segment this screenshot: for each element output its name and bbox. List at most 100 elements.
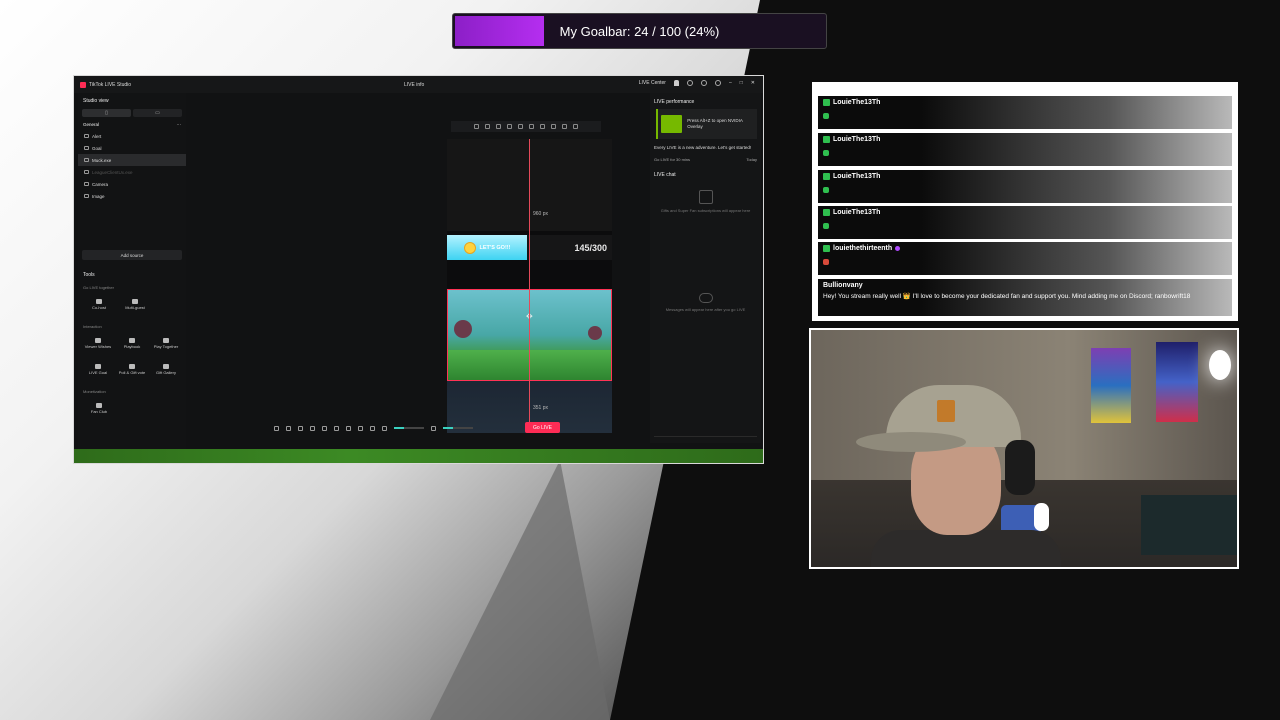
live-performance-heading: LIVE performance	[654, 99, 695, 105]
tools-row: Co-host Multi-guest	[82, 294, 182, 316]
goalbar-label: My Goalbar:	[559, 23, 631, 39]
up-icon[interactable]	[551, 124, 556, 129]
more-icon[interactable]: ⋯	[177, 122, 182, 128]
viewer-wishes-tool[interactable]: Viewer Wishes	[82, 333, 114, 355]
maximize-icon[interactable]: □	[740, 80, 743, 86]
window-icon	[84, 158, 89, 162]
move-icon[interactable]	[496, 124, 501, 129]
add-source-button[interactable]: Add source	[82, 250, 182, 260]
filter-icon[interactable]	[286, 425, 291, 431]
sticker-icon[interactable]	[298, 425, 303, 431]
go-live-button[interactable]: Go LIVE	[525, 422, 560, 433]
screen-icon[interactable]	[310, 425, 315, 431]
chat-message: LouieThe13Th	[818, 96, 1232, 129]
emote-icon	[823, 259, 829, 265]
tools-heading: Tools	[83, 272, 95, 278]
microphone-icon[interactable]	[431, 425, 436, 431]
chat-username: LouieThe13Th	[833, 136, 881, 143]
portrait-view-button[interactable]: ▯	[82, 109, 131, 117]
bell-icon[interactable]	[673, 80, 679, 86]
source-muck[interactable]: Muck.exe	[78, 154, 186, 166]
help-icon[interactable]	[686, 80, 693, 86]
delete-icon[interactable]	[573, 124, 578, 129]
badge-icon	[823, 209, 830, 216]
reset-icon[interactable]	[562, 124, 567, 129]
tool-label: Gift Gallery	[155, 370, 176, 376]
tiktok-logo-icon	[80, 81, 86, 88]
window-icon	[84, 170, 89, 174]
source-alert[interactable]: Alert	[78, 130, 186, 142]
cap-brim	[856, 432, 966, 452]
speaker-icon[interactable]	[382, 425, 387, 431]
coin-icon	[463, 241, 476, 254]
minimize-icon[interactable]: –	[729, 80, 732, 86]
source-goal[interactable]: Goal	[78, 142, 186, 154]
settings-icon[interactable]	[700, 80, 707, 86]
copy-icon[interactable]	[518, 124, 523, 129]
speaker-volume-slider[interactable]	[394, 427, 424, 429]
chat-input[interactable]	[654, 429, 757, 437]
viewer-wishes-icon	[95, 338, 101, 344]
source-camera[interactable]: Camera	[78, 178, 186, 190]
fit-icon[interactable]	[474, 124, 479, 129]
studio-view-dropdown[interactable]: Studio view	[83, 98, 186, 104]
landscape-view-button[interactable]: ▭	[133, 109, 182, 117]
camera-icon	[84, 182, 89, 186]
webcam-feed	[809, 328, 1239, 569]
co-host-tool[interactable]: Co-host	[82, 294, 116, 316]
close-icon[interactable]: ✕	[751, 80, 755, 86]
cap-logo	[937, 400, 955, 422]
live-center-button[interactable]: LIVE Center	[639, 80, 666, 86]
goalbar: My Goalbar: 24 / 100 (24%)	[452, 13, 827, 49]
down-icon[interactable]	[540, 124, 545, 129]
figurine	[1034, 503, 1049, 531]
effects-icon[interactable]	[274, 425, 279, 431]
tool-label: Viewer Wishes	[84, 344, 112, 350]
studio-titlebar: TikTok LIVE Studio LIVE info LIVE Center…	[74, 76, 763, 93]
poll-gift-vote-tool[interactable]: Poll & Gift vote	[116, 359, 148, 381]
mic-volume-slider[interactable]	[443, 427, 473, 429]
today-label: Today	[746, 156, 757, 162]
fan-club-tool[interactable]: Fan Club	[82, 398, 116, 420]
gift-icon	[163, 364, 169, 370]
emote-icon	[823, 113, 829, 119]
general-group[interactable]: General ⋯	[83, 122, 181, 128]
source-label: Camera	[92, 181, 109, 187]
tool-label: Multi-guest	[125, 305, 145, 311]
multi-guest-tool[interactable]: Multi-guest	[118, 294, 152, 316]
canvas-preview[interactable]: 960 px LET'S GO!!! 145/300 ✥ 351 px	[447, 139, 612, 433]
goal-count: 145/300	[574, 243, 607, 253]
source-image[interactable]: Image	[78, 190, 186, 202]
gift-gallery-tool[interactable]: Gift Gallery	[150, 359, 182, 381]
account-icon[interactable]	[714, 80, 721, 86]
canvas-area: 960 px LET'S GO!!! 145/300 ✥ 351 px	[186, 93, 650, 443]
live-info-title[interactable]: LIVE info	[404, 82, 424, 88]
badge-icon	[823, 245, 830, 252]
play-together-tool[interactable]: Play Together	[150, 333, 182, 355]
live-goal-tool[interactable]: LIVE Goal	[82, 359, 114, 381]
goal-icon	[84, 146, 89, 150]
source-league[interactable]: LeagueClientUx.exe	[78, 166, 186, 178]
nvidia-notification[interactable]: Press Alt+Z to open NVIDIA Overlay	[656, 109, 757, 139]
badge-icon	[823, 173, 830, 180]
chat-username: louiethethirteenth	[833, 245, 893, 252]
headphones	[1005, 440, 1035, 495]
crop-icon[interactable]	[485, 124, 490, 129]
playbook-tool[interactable]: Playbook	[116, 333, 148, 355]
more-options-icon[interactable]	[358, 425, 363, 431]
camera-toggle-icon[interactable]	[346, 425, 351, 431]
phone-icon[interactable]	[322, 425, 327, 431]
alert-icon	[84, 134, 89, 138]
chat-username: LouieThe13Th	[833, 209, 881, 216]
layer-icon[interactable]	[507, 124, 512, 129]
go-live-together-heading: Go LIVE together	[83, 285, 114, 290]
record-icon[interactable]	[334, 425, 339, 431]
align-icon[interactable]	[529, 124, 534, 129]
chat-username: LouieThe13Th	[833, 173, 881, 180]
chat-bubble-icon	[698, 292, 713, 303]
emote-icon	[823, 223, 829, 229]
fish-tank	[1141, 495, 1237, 555]
mixer-icon[interactable]	[370, 425, 375, 431]
top-px-label: 960 px	[533, 211, 549, 217]
poster	[1091, 348, 1131, 423]
